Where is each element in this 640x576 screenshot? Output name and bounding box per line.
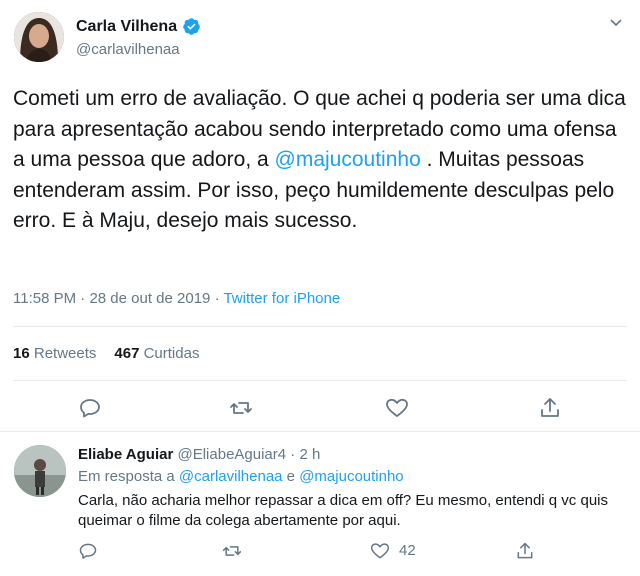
mention-link[interactable]: @majucoutinho [275, 148, 421, 171]
in-reply-prefix: Em resposta a [78, 468, 179, 485]
chevron-down-icon[interactable] [608, 14, 624, 30]
tweet-stats: 16 Retweets 467 Curtidas [13, 345, 199, 362]
retweets-stat[interactable]: 16 Retweets [13, 345, 96, 362]
like-icon[interactable] [385, 396, 409, 420]
share-icon[interactable] [538, 396, 562, 420]
tweet-text: Cometi um erro de avaliação. O que achei… [13, 84, 628, 237]
in-reply-mention-1[interactable]: @carlavilhenaa [179, 468, 283, 485]
likes-count: 467 [114, 345, 140, 362]
in-reply-conj: e [282, 468, 300, 485]
retweets-label: Retweets [33, 345, 97, 362]
reply-author-name[interactable]: Eliabe Aguiar [78, 446, 173, 463]
avatar[interactable] [14, 12, 64, 62]
reply-icon[interactable] [78, 396, 102, 420]
retweets-count: 16 [13, 345, 30, 362]
reply-icon[interactable] [78, 541, 98, 561]
like-icon[interactable] [370, 541, 390, 561]
reply-dot: · [290, 446, 296, 463]
reply-likes-count: 42 [399, 542, 416, 559]
reply-tweet[interactable]: Eliabe Aguiar @EliabeAguiar4 · 2 h Em re… [0, 433, 640, 576]
tweet-meta: 11:58 PM · 28 de out de 2019 · Twitter f… [13, 290, 340, 307]
tweet-date[interactable]: 28 de out de 2019 [89, 290, 210, 307]
reply-header: Eliabe Aguiar @EliabeAguiar4 · 2 h [78, 446, 320, 463]
meta-separator: · [80, 290, 86, 307]
main-tweet: Carla Vilhena @carlavilhenaa Cometi um e… [0, 0, 640, 432]
divider [13, 326, 627, 327]
divider [13, 380, 627, 381]
retweet-icon[interactable] [222, 541, 242, 561]
reply-avatar[interactable] [14, 445, 66, 497]
in-reply-to: Em resposta a @carlavilhenaa e @majucout… [78, 468, 404, 485]
share-icon[interactable] [515, 541, 535, 561]
in-reply-mention-2[interactable]: @majucoutinho [299, 468, 403, 485]
author-name[interactable]: Carla Vilhena [76, 18, 177, 36]
author-handle[interactable]: @carlavilhenaa [76, 41, 180, 58]
tweet-time[interactable]: 11:58 PM [13, 290, 76, 307]
meta-separator: · [214, 290, 220, 307]
retweet-icon[interactable] [229, 396, 253, 420]
likes-stat[interactable]: 467 Curtidas [114, 345, 199, 362]
reply-text: Carla, não acharia melhor repassar a dic… [78, 492, 608, 529]
reply-time[interactable]: 2 h [299, 446, 320, 463]
tweet-source-link[interactable]: Twitter for iPhone [223, 290, 340, 307]
verified-badge-icon [182, 17, 201, 36]
reply-author-handle[interactable]: @EliabeAguiar4 [177, 446, 286, 463]
likes-label: Curtidas [143, 345, 200, 362]
